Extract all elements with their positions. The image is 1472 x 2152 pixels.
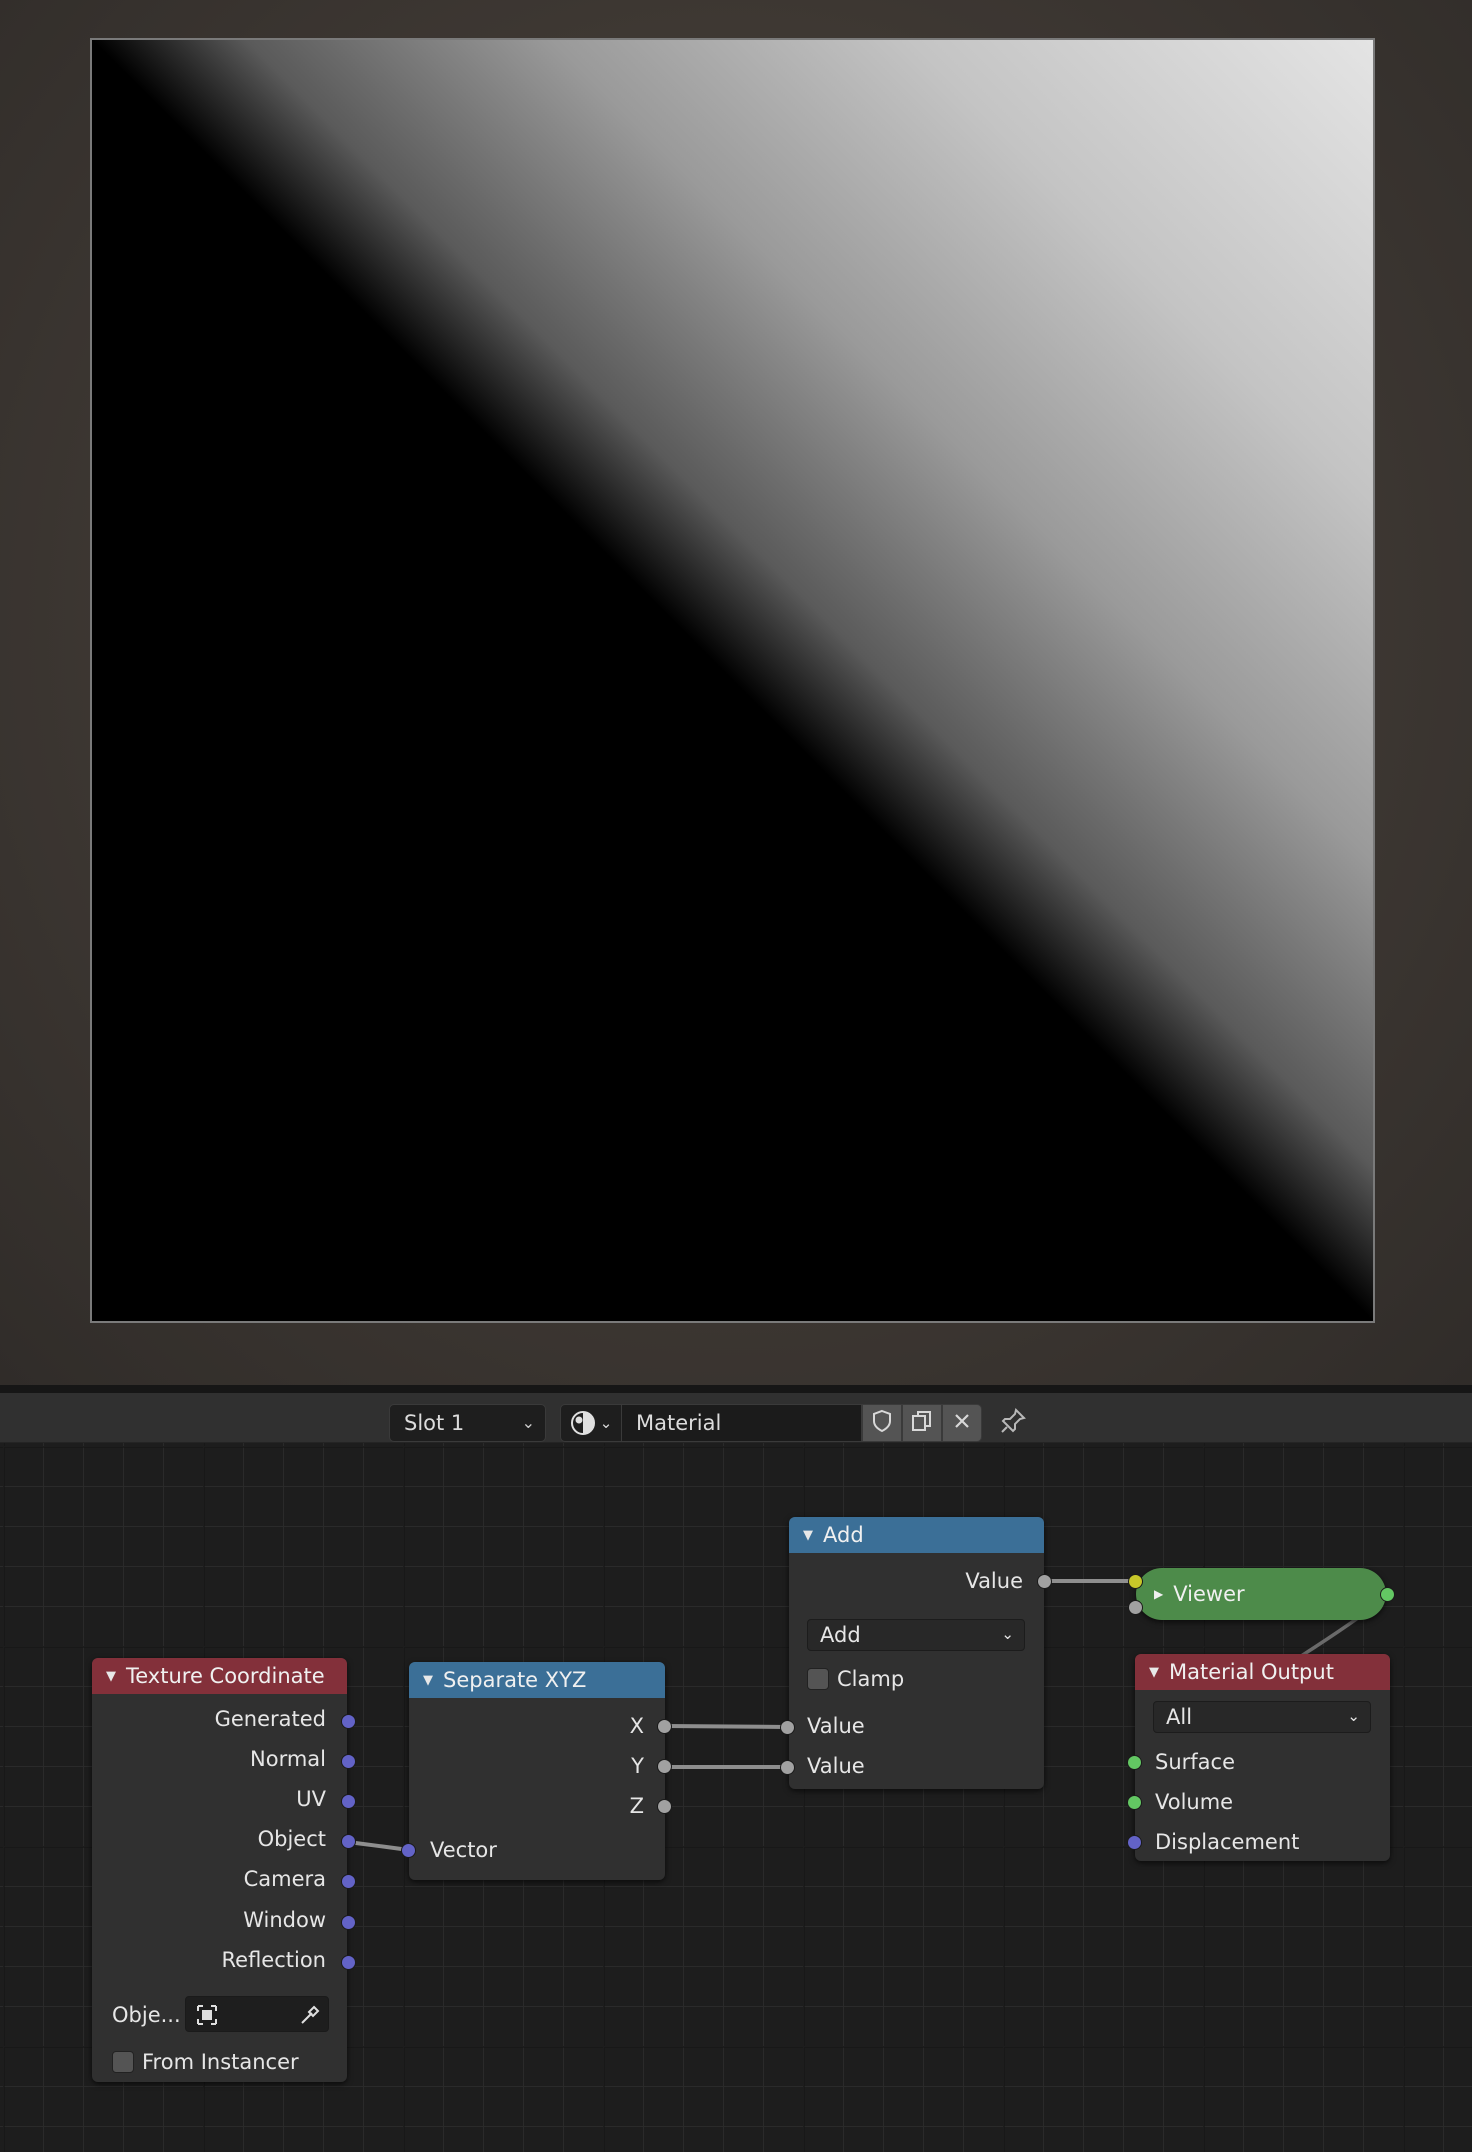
socket-camera[interactable] <box>341 1874 356 1889</box>
output-label-generated: Generated <box>214 1707 326 1731</box>
chevron-down-icon: ⌄ <box>1347 1707 1360 1725</box>
collapse-triangle-icon[interactable]: ▼ <box>803 1528 813 1543</box>
socket-displacement[interactable] <box>1127 1835 1142 1850</box>
operation-dropdown[interactable]: Add ⌄ <box>807 1619 1025 1651</box>
clamp-label: Clamp <box>837 1667 905 1691</box>
input-label-value-1: Value <box>807 1714 865 1738</box>
node-title: Material Output <box>1169 1660 1334 1684</box>
node-title: Separate XYZ <box>443 1668 587 1692</box>
socket-x-output[interactable] <box>657 1719 672 1734</box>
texture-coordinate-node[interactable]: ▼ Texture Coordinate Generated Normal UV… <box>92 1658 347 2082</box>
socket-surface[interactable] <box>1127 1755 1142 1770</box>
target-dropdown[interactable]: All ⌄ <box>1153 1701 1371 1733</box>
slot-label: Slot 1 <box>404 1411 465 1435</box>
socket-generated[interactable] <box>341 1714 356 1729</box>
input-label-surface: Surface <box>1155 1750 1236 1774</box>
viewer-node[interactable]: ▶ Viewer <box>1136 1568 1386 1620</box>
input-label-value-2: Value <box>807 1754 865 1778</box>
duplicate-material-button[interactable] <box>902 1404 942 1442</box>
material-output-node[interactable]: ▼ Material Output All ⌄ Surface Volume D… <box>1135 1654 1390 1861</box>
render-viewport[interactable] <box>0 0 1472 1385</box>
socket-normal[interactable] <box>341 1754 356 1769</box>
socket-reflection[interactable] <box>341 1955 356 1970</box>
output-label-object: Object <box>257 1827 326 1851</box>
link-object-to-vector <box>346 1840 411 1852</box>
object-label: Obje... <box>112 2003 181 2027</box>
fake-user-button[interactable] <box>862 1404 902 1442</box>
node-editor-canvas[interactable]: ▼ Texture Coordinate Generated Normal UV… <box>0 1443 1472 2152</box>
input-label-vector: Vector <box>430 1838 497 1862</box>
output-label-z: Z <box>629 1794 644 1818</box>
material-name-field[interactable]: Material <box>622 1404 862 1442</box>
socket-window[interactable] <box>341 1915 356 1930</box>
collapse-triangle-icon[interactable]: ▼ <box>106 1669 116 1684</box>
pin-icon <box>999 1407 1027 1439</box>
chevron-down-icon: ⌄ <box>521 1413 535 1432</box>
socket-value-input-1[interactable] <box>780 1720 795 1735</box>
eyedropper-icon[interactable] <box>298 2003 322 2031</box>
output-label-y: Y <box>631 1754 644 1778</box>
target-value: All <box>1166 1705 1193 1729</box>
render-preview-image <box>90 38 1375 1323</box>
unlink-material-button[interactable] <box>942 1404 982 1442</box>
chevron-down-icon: ⌄ <box>1001 1625 1014 1643</box>
separate-xyz-header[interactable]: ▼ Separate XYZ <box>409 1662 665 1698</box>
material-name: Material <box>636 1411 722 1435</box>
socket-viewer-input-1[interactable] <box>1128 1574 1143 1589</box>
add-header[interactable]: ▼ Add <box>789 1517 1044 1553</box>
node-title: Add <box>823 1523 864 1547</box>
socket-object[interactable] <box>341 1834 356 1849</box>
output-label-reflection: Reflection <box>221 1948 327 1972</box>
duplicate-icon <box>910 1409 934 1437</box>
socket-value-output[interactable] <box>1037 1574 1052 1589</box>
chevron-down-icon: ⌄ <box>599 1414 613 1432</box>
pin-button[interactable] <box>994 1404 1032 1442</box>
socket-vector-input[interactable] <box>401 1843 416 1858</box>
browse-material-button[interactable]: ⌄ <box>560 1404 622 1442</box>
object-cube-icon <box>195 2003 219 2031</box>
clamp-checkbox[interactable] <box>807 1668 829 1690</box>
from-instancer-label: From Instancer <box>142 2050 299 2074</box>
expand-triangle-icon[interactable]: ▶ <box>1154 1587 1163 1601</box>
material-sphere-icon <box>570 1410 596 1436</box>
node-title: Texture Coordinate <box>126 1664 325 1688</box>
collapse-triangle-icon[interactable]: ▼ <box>423 1673 433 1688</box>
socket-viewer-input-2[interactable] <box>1128 1600 1143 1615</box>
output-label-camera: Camera <box>243 1867 326 1891</box>
area-divider[interactable] <box>0 1385 1472 1393</box>
socket-value-input-2[interactable] <box>780 1760 795 1775</box>
output-label-value: Value <box>965 1569 1023 1593</box>
socket-volume[interactable] <box>1127 1795 1142 1810</box>
output-label-x: X <box>629 1714 644 1738</box>
output-label-uv: UV <box>296 1787 326 1811</box>
add-math-node[interactable]: ▼ Add Value Add ⌄ Clamp Value Value <box>789 1517 1044 1789</box>
operation-value: Add <box>820 1623 861 1647</box>
slot-dropdown[interactable]: Slot 1 ⌄ <box>389 1404 546 1442</box>
texture-coordinate-header[interactable]: ▼ Texture Coordinate <box>92 1658 347 1694</box>
input-label-volume: Volume <box>1155 1790 1234 1814</box>
socket-viewer-output[interactable] <box>1380 1587 1395 1602</box>
from-instancer-checkbox[interactable] <box>112 2051 134 2073</box>
separate-xyz-node[interactable]: ▼ Separate XYZ X Y Z Vector <box>409 1662 665 1880</box>
object-picker-field[interactable] <box>185 1996 329 2032</box>
close-icon <box>952 1411 972 1435</box>
collapse-triangle-icon[interactable]: ▼ <box>1149 1665 1159 1680</box>
input-label-displacement: Displacement <box>1155 1830 1300 1854</box>
shield-icon <box>871 1409 893 1437</box>
link-x-to-value <box>663 1724 789 1729</box>
output-label-normal: Normal <box>250 1747 326 1771</box>
output-label-window: Window <box>243 1908 326 1932</box>
material-output-header[interactable]: ▼ Material Output <box>1135 1654 1390 1690</box>
socket-y-output[interactable] <box>657 1759 672 1774</box>
socket-uv[interactable] <box>341 1794 356 1809</box>
node-title: Viewer <box>1173 1582 1245 1606</box>
socket-z-output[interactable] <box>657 1799 672 1814</box>
